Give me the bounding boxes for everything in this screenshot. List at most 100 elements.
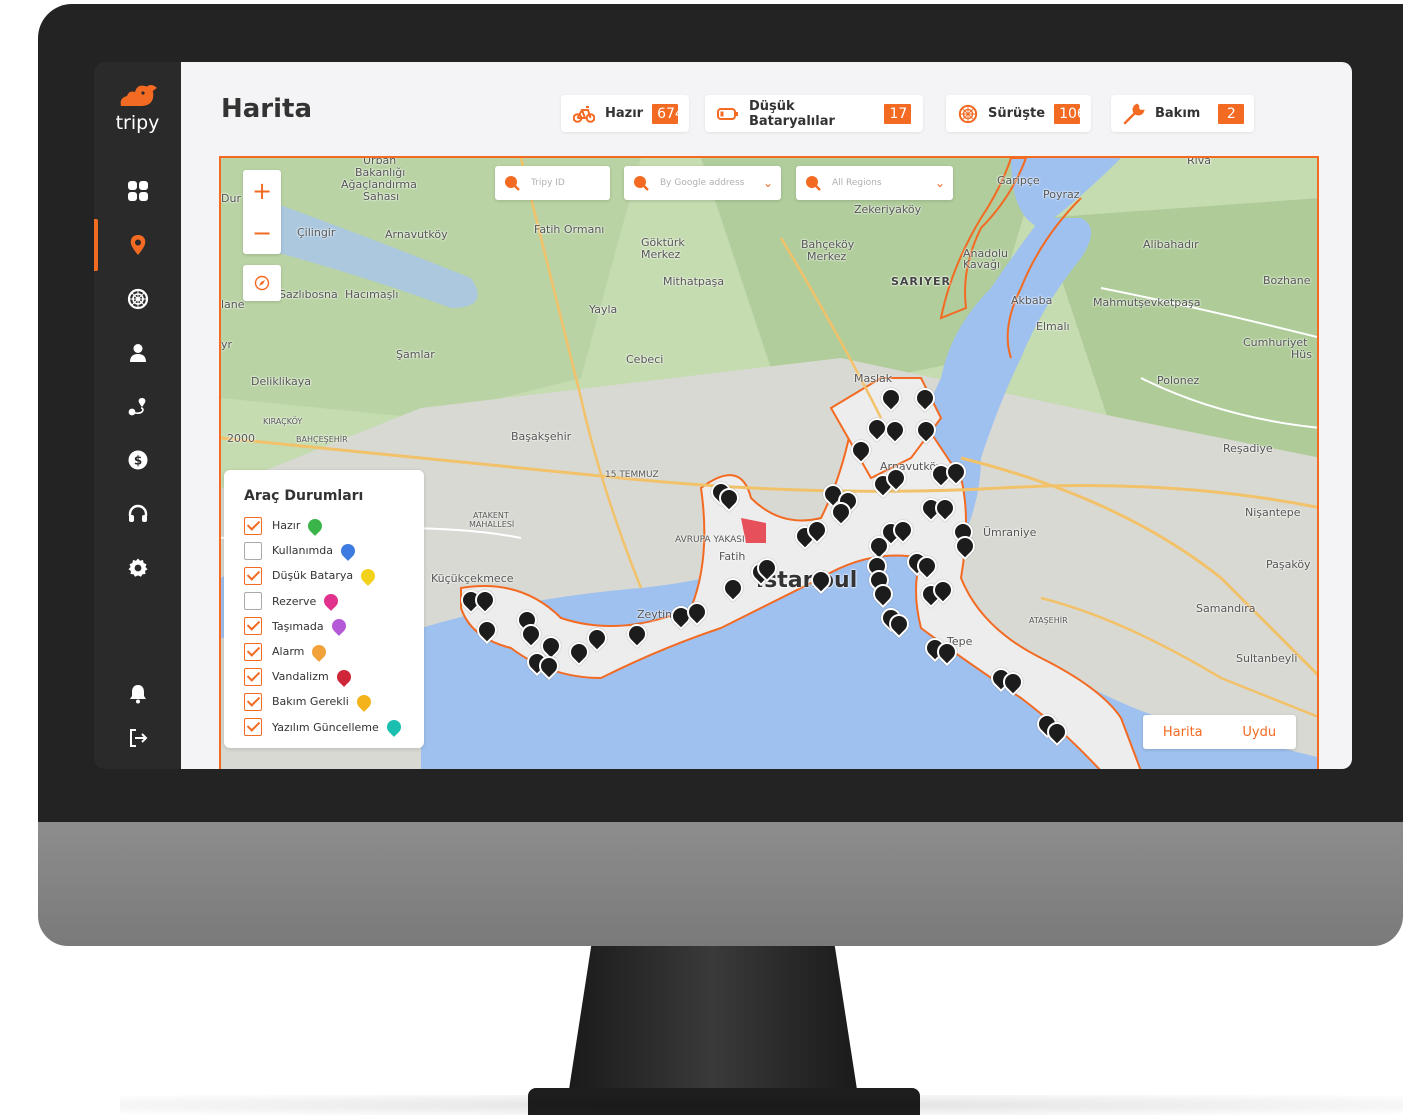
stat-riding[interactable]: Sürüşte 106	[946, 95, 1091, 132]
status-checkbox[interactable]	[244, 541, 262, 560]
status-marker-icon	[321, 591, 342, 612]
legend-item[interactable]: Kullanımda	[244, 538, 424, 563]
route-icon	[128, 398, 145, 416]
map-label: Polonez	[1157, 374, 1200, 387]
tripy-id-placeholder: Tripy ID	[531, 178, 565, 188]
status-checkbox[interactable]	[244, 642, 262, 661]
stat-maintenance[interactable]: Bakım 2	[1111, 95, 1254, 132]
status-checkbox[interactable]	[244, 617, 262, 636]
region-select[interactable]: All Regions ⌄	[796, 166, 953, 200]
status-checkbox[interactable]	[244, 718, 262, 737]
nav-payments[interactable]: $	[94, 442, 181, 478]
map-label: Fatih	[719, 550, 746, 563]
map-label: ATAŞEHİR	[1029, 616, 1068, 625]
legend-item[interactable]: Yazılım Güncelleme	[244, 715, 424, 740]
nav-support[interactable]	[94, 496, 181, 532]
map-label: Alibahadır	[1143, 238, 1199, 251]
scooter-wheel-icon	[127, 288, 148, 310]
bike-icon	[573, 103, 595, 125]
wheel-icon	[958, 103, 978, 125]
map-label: Bozhane	[1263, 274, 1311, 287]
battery-low-icon	[717, 103, 739, 125]
map-label: Küçükçekmece	[431, 572, 514, 585]
status-checkbox[interactable]	[244, 692, 262, 711]
stat-riding-count: 106	[1054, 103, 1086, 124]
map-view-button[interactable]: Harita	[1163, 725, 1203, 740]
status-checkbox[interactable]	[244, 516, 262, 535]
nav-vehicles[interactable]	[94, 281, 181, 317]
map[interactable]: Urban Bakanlığı Ağaçlandırma Sahası Dur …	[219, 156, 1319, 769]
address-search[interactable]: By Google address ⌄	[624, 166, 781, 200]
stat-low-battery-count: 17	[884, 103, 911, 124]
zoom-out-button[interactable]: −	[243, 212, 281, 254]
satellite-view-button[interactable]: Uydu	[1242, 725, 1276, 740]
legend-item[interactable]: Alarm	[244, 639, 424, 664]
legend-item[interactable]: Vandalizm	[244, 664, 424, 689]
map-label: Mahmutşevketpaşa	[1093, 296, 1201, 309]
dashboard-icon	[127, 181, 148, 201]
map-label: 15 TEMMUZ	[605, 470, 659, 480]
map-label: Paşaköy	[1266, 558, 1311, 571]
search-icon	[632, 174, 650, 192]
map-label: Sazlıbosna	[279, 288, 338, 301]
map-label: MAHALLESİ	[469, 520, 515, 529]
legend-item[interactable]: Rezerve	[244, 589, 424, 614]
map-label: Poyraz	[1043, 188, 1080, 201]
status-checkbox[interactable]	[244, 667, 262, 686]
nav-settings[interactable]	[94, 550, 181, 586]
status-marker-icon	[328, 616, 349, 637]
map-label: Riva	[1187, 156, 1211, 167]
map-label: Yayla	[589, 303, 618, 316]
map-label: Maslak	[854, 372, 893, 385]
search-icon	[804, 174, 822, 192]
monitor-chin	[38, 822, 1403, 946]
chevron-down-icon: ⌄	[762, 176, 773, 190]
map-label: Reşadiye	[1223, 442, 1273, 455]
monitor-stand	[568, 946, 858, 1096]
notifications-button[interactable]	[94, 676, 181, 712]
bell-icon	[129, 685, 146, 704]
stat-low-battery[interactable]: Düşük Bataryalılar 17	[705, 95, 923, 132]
floor-shadow	[120, 1095, 1403, 1115]
status-marker-icon	[353, 692, 374, 712]
map-label: Merkez	[641, 248, 681, 261]
status-checkbox[interactable]	[244, 592, 262, 611]
legend-item-label: Düşük Batarya	[272, 569, 354, 583]
page-title: Harita	[221, 94, 313, 124]
status-marker-icon	[309, 641, 330, 662]
legend-item[interactable]: Düşük Batarya	[244, 563, 424, 588]
map-label: Samandıra	[1196, 602, 1256, 615]
zoom-in-button[interactable]: +	[243, 170, 281, 212]
status-checkbox[interactable]	[244, 566, 262, 585]
user-icon	[129, 344, 146, 362]
map-label: lane	[221, 298, 245, 311]
gear-icon	[128, 558, 147, 577]
stat-ready[interactable]: Hazır 674	[561, 95, 689, 132]
legend-item[interactable]: Hazır	[244, 513, 424, 538]
legend-item-label: Vandalizm	[272, 670, 329, 684]
legend-item-label: Hazır	[272, 519, 301, 533]
map-label: Çilingir	[297, 226, 336, 239]
map-label: Anadolu Kavağı	[963, 247, 1008, 271]
map-label: Dur	[221, 192, 241, 205]
status-marker-icon	[358, 566, 379, 586]
nav-users[interactable]	[94, 335, 181, 371]
logout-button[interactable]	[94, 720, 181, 756]
nav-routes[interactable]	[94, 389, 181, 425]
map-label: Sultanbeyli	[1236, 652, 1298, 665]
legend-item[interactable]: Taşımada	[244, 614, 424, 639]
map-label: Akbaba	[1011, 294, 1053, 307]
stat-maintenance-label: Bakım	[1155, 106, 1201, 121]
nav-dashboard[interactable]	[94, 173, 181, 209]
headset-icon	[128, 504, 147, 522]
map-pin-icon	[130, 235, 145, 255]
status-marker-icon	[333, 666, 354, 687]
logo[interactable]: tripy	[94, 80, 181, 134]
map-label: AVRUPA YAKASI	[675, 535, 745, 545]
logo-text: tripy	[115, 112, 160, 134]
locate-button[interactable]	[243, 265, 281, 301]
legend-item[interactable]: Bakım Gerekli	[244, 689, 424, 714]
nav-map[interactable]	[94, 219, 181, 271]
map-type-toggle: Harita Uydu	[1143, 715, 1296, 749]
tripy-id-search[interactable]: Tripy ID	[495, 166, 610, 200]
